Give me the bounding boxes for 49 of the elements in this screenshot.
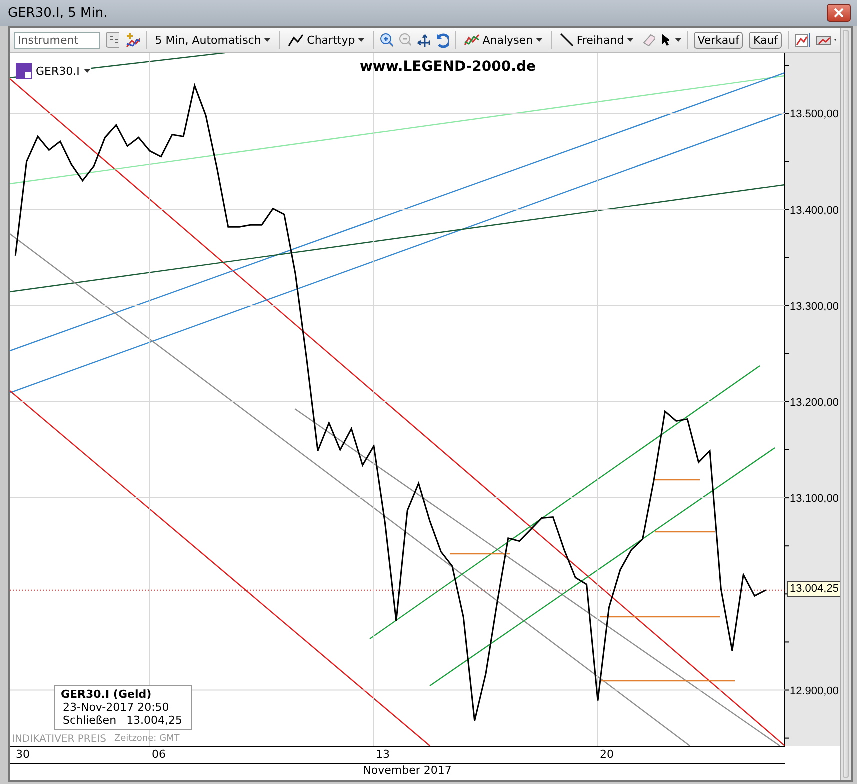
indicator-lines-icon <box>464 33 480 47</box>
caret-icon <box>358 38 366 42</box>
close-icon <box>834 8 844 18</box>
date-label: 30 <box>16 748 30 761</box>
symbol-dropdown[interactable]: GER30.I <box>16 63 91 79</box>
chart-settings-icon[interactable] <box>794 32 810 48</box>
caret-icon <box>264 38 272 42</box>
cursor-icon[interactable] <box>660 33 670 47</box>
legend-datetime: 23-Nov-2017 20:50 <box>62 701 170 714</box>
caret-icon <box>675 38 681 42</box>
trade-button[interactable]: Verkauf <box>694 32 744 48</box>
instrument-field[interactable]: Instrument <box>14 32 100 48</box>
diagonal-line-icon <box>560 33 574 47</box>
axis-label: 13.100,00 <box>790 493 839 506</box>
eraser-icon[interactable] <box>642 33 655 47</box>
trade-button[interactable]: Kauf <box>749 32 782 48</box>
caret-icon <box>627 38 634 42</box>
dropdown-button[interactable]: Analysen <box>462 33 546 47</box>
add-indicator-icon[interactable] <box>125 32 140 48</box>
axis-label: 13.400,00 <box>790 204 839 217</box>
caret-icon <box>84 68 91 74</box>
watermark-text: www.LEGEND-2000.de <box>360 59 536 75</box>
dropdown-button[interactable]: 5 Min, Automatisch <box>153 34 274 46</box>
list-icon[interactable] <box>106 32 120 48</box>
close-button[interactable] <box>827 4 851 22</box>
last-price-label: 13.004,25 <box>787 581 842 598</box>
axis-label: 13.300,00 <box>790 300 839 313</box>
dropdown-button[interactable]: Freihand <box>558 33 636 47</box>
resize-arrows-icon[interactable] <box>417 32 430 48</box>
date-label: 06 <box>152 748 166 761</box>
legend-value: 13.004,25 <box>126 714 183 727</box>
window-title: GER30.I, 5 Min. <box>8 6 108 20</box>
date-label: 20 <box>600 748 614 761</box>
legend-label: Schließen <box>63 714 117 727</box>
axis-label: 13.200,00 <box>790 396 839 409</box>
cfd-icon <box>16 63 32 79</box>
legend-title: GER30.I (Geld) <box>61 688 153 701</box>
date-label: 13 <box>376 748 390 761</box>
scrollbar[interactable] <box>840 28 851 780</box>
undo-icon[interactable] <box>436 32 449 48</box>
dropdown-button[interactable]: Charttyp <box>286 33 368 47</box>
line-chart-icon <box>288 33 304 47</box>
zoom-in-icon[interactable] <box>380 32 393 48</box>
axis-label: 13.500,00 <box>790 108 839 121</box>
month-label: November 2017 <box>362 764 452 779</box>
timezone-text: Zeitzone: GMT <box>114 734 180 745</box>
indicative-price-text: INDIKATIVER PREIS <box>12 734 106 745</box>
caret-icon <box>536 38 544 42</box>
axis-label: 12.900,00 <box>790 685 839 698</box>
